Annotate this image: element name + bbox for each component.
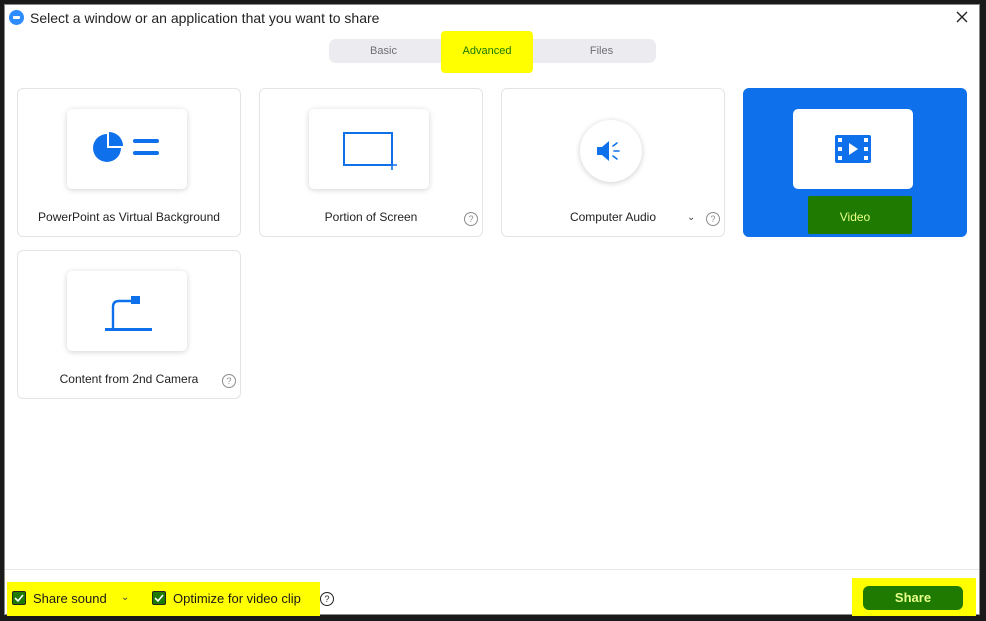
window-title: Select a window or an application that y… (30, 10, 380, 26)
chevron-down-icon[interactable]: ⌄ (121, 592, 129, 603)
close-icon[interactable] (953, 8, 971, 26)
option-thumbnail (793, 109, 913, 189)
footer-bar: Share sound ⌄ Optimize for video clip ? … (5, 569, 979, 616)
option-label: Content from 2nd Camera (59, 372, 199, 386)
portion-screen-icon (343, 132, 397, 170)
share-button[interactable]: Share (863, 586, 963, 610)
checkmark-icon (154, 594, 164, 603)
option-powerpoint-background[interactable]: PowerPoint as Virtual Background (17, 88, 241, 237)
option-thumbnail (67, 271, 187, 351)
option-portion-of-screen[interactable]: Portion of Screen ? (259, 88, 483, 237)
option-video[interactable]: Video (743, 88, 967, 237)
share-screen-window: Select a window or an application that y… (4, 4, 980, 616)
share-sound-checkbox[interactable] (12, 591, 26, 605)
option-label: Portion of Screen (324, 210, 418, 224)
option-computer-audio[interactable]: Computer Audio ⌄ ? (501, 88, 725, 237)
tab-basic[interactable]: Basic (329, 39, 438, 63)
help-icon[interactable]: ? (464, 212, 478, 226)
option-thumbnail (309, 109, 429, 189)
speaker-icon (580, 120, 642, 182)
powerpoint-background-icon (93, 132, 159, 162)
zoom-logo-icon (9, 10, 24, 25)
title-bar: Select a window or an application that y… (5, 5, 979, 31)
checkmark-icon (14, 594, 24, 603)
option-label: Video (839, 210, 871, 224)
share-sound-label[interactable]: Share sound (33, 591, 107, 606)
option-label: PowerPoint as Virtual Background (38, 210, 220, 224)
optimize-video-label[interactable]: Optimize for video clip (173, 591, 301, 606)
help-icon[interactable]: ? (320, 592, 334, 606)
chevron-down-icon[interactable]: ⌄ (687, 212, 695, 223)
help-icon[interactable]: ? (706, 212, 720, 226)
optimize-video-checkbox[interactable] (152, 591, 166, 605)
help-icon[interactable]: ? (222, 374, 236, 388)
tab-files[interactable]: Files (547, 39, 656, 63)
option-second-camera[interactable]: Content from 2nd Camera ? (17, 250, 241, 399)
tab-advanced[interactable]: Advanced (441, 39, 533, 63)
document-camera-icon (105, 296, 152, 331)
film-icon (835, 135, 871, 163)
option-thumbnail (67, 109, 187, 189)
